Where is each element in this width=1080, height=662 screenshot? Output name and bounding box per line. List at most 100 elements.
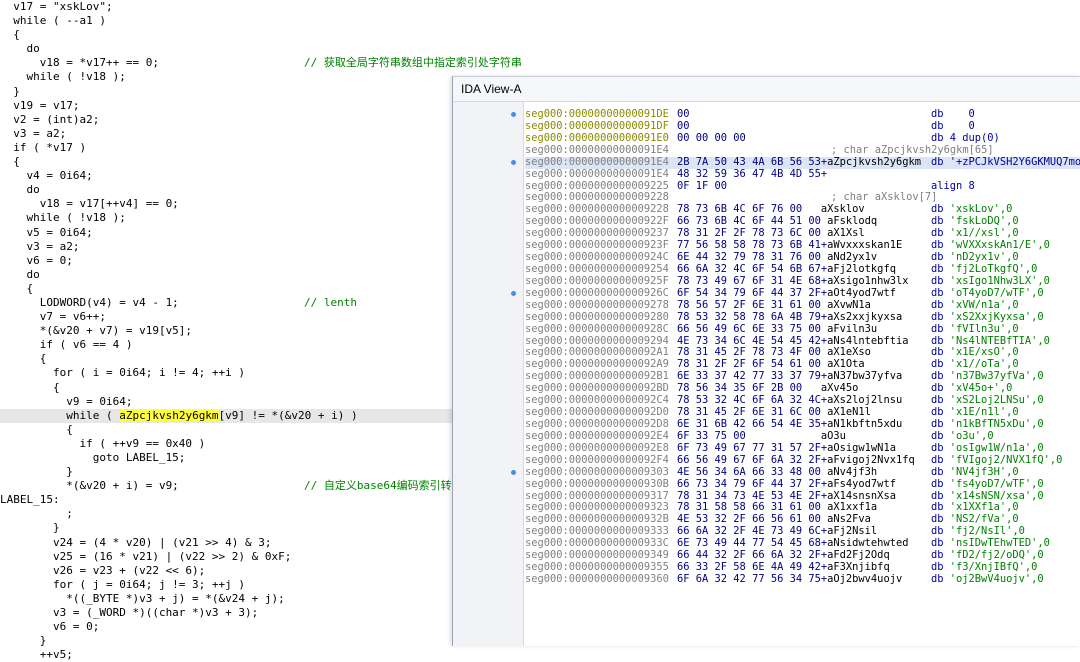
disasm-label[interactable]: aFd2Fj2Odq (827, 549, 890, 561)
disasm-label[interactable]: aX1eN1l (821, 406, 871, 418)
code-text-pre: while ( (0, 408, 120, 422)
disasm-label[interactable]: aFviln3u (821, 323, 877, 335)
ida-view-title[interactable]: IDA View-A (453, 77, 1080, 102)
disasm-label[interactable]: aNd2yx1v (821, 251, 877, 263)
disasm-label[interactable]: aOj2bwv4uojv (827, 573, 902, 585)
disasm-label[interactable]: aX14snsnXsa (827, 490, 896, 502)
disasm-label[interactable]: aZpcjkvsh2y6gkm (827, 156, 921, 168)
disasm-directive-text: db (931, 429, 950, 442)
disasm-bytes: 00 00 00 00 (677, 132, 746, 145)
disasm-bytes-hex: 6E 44 32 79 78 31 76 00 (677, 251, 821, 264)
disasm-label[interactable]: aNs2Fva (821, 513, 871, 525)
disasm-bytes-hex: 78 53 32 58 78 6A 4B 79+ (677, 310, 828, 323)
disasm-string-value: 'Ns4lNTEBfTIA',0 (949, 334, 1050, 347)
disasm-bytes-hex: 00 (677, 109, 690, 120)
code-text: v25 = (16 * v21) | (v22 >> 2) & 0xF; (0, 549, 292, 563)
disasm-label[interactable]: aFj2Nsil (827, 525, 877, 537)
disasm-string-value: 'x1XXf1a',0 (949, 501, 1019, 514)
disasm-string-value: 'wVXXxskAn1/E',0 (949, 239, 1050, 252)
disasm-directive-text: db (931, 370, 950, 383)
code-line[interactable]: v18 = *v17++ == 0; // 获取全局字符串数组中指定索引处字符串 (0, 56, 1080, 70)
code-line[interactable]: while ( --a1 ) (0, 14, 1080, 28)
disasm-string-value: 'x1E/xsO',0 (949, 346, 1019, 359)
disasm-line[interactable]: seg000:00000000000091E4 48 32 59 36 47 4B… (525, 167, 1080, 181)
disasm-label[interactable]: aFvigoj2Nvx1fq (827, 454, 915, 466)
disasm-string-value: 'xV45o+',0 (949, 382, 1013, 395)
code-text: if ( ++v9 == 0x40 ) (0, 436, 206, 450)
disasm-directive-text: db (931, 453, 950, 466)
disasm-string-value: 'oj2BwV4uojv',0 (949, 572, 1044, 585)
disasm-label[interactable]: aN37bw37yfva (827, 370, 902, 382)
disasm-label[interactable]: aXs2xxjkyxsa (827, 311, 902, 323)
disasm-label[interactable]: aNv4jf3h (821, 466, 877, 478)
disasm-directive-text: db (931, 549, 950, 562)
code-line[interactable]: { (0, 28, 1080, 42)
code-line[interactable]: do (0, 42, 1080, 56)
code-text: { (0, 155, 20, 169)
disasm-label[interactable]: aX1Ota (821, 358, 865, 370)
code-line[interactable]: ++v5; (0, 648, 1080, 662)
disasm-bytes-hex: 48 32 59 36 47 4B 4D 55+ (677, 167, 828, 180)
code-text: do (0, 42, 40, 56)
disasm-string-value: 'xskLov',0 (949, 203, 1013, 216)
code-text: } (0, 465, 73, 479)
disasm-label[interactable]: aFs4yod7wtf (827, 478, 896, 490)
disasm-label[interactable]: aXvwN1a (821, 299, 871, 311)
code-text: v6 = 0; (0, 620, 100, 634)
disasm-label[interactable]: aX1Xsl (821, 227, 865, 239)
code-comment: // 自定义base64编码索引转 (304, 479, 452, 493)
disasm-bytes-hex: 66 33 2F 58 6E 4A 49 42+ (677, 561, 828, 574)
code-text: if ( *v17 ) (0, 140, 87, 154)
disasm-label[interactable]: aFj2lotkgfq (827, 263, 896, 275)
disasm-string-value: 'NV4jf3H',0 (949, 465, 1019, 478)
disasm-bytes-hex: 00 (677, 119, 690, 132)
ida-disassembly-listing[interactable]: seg000:00000000000091DE 00 db 0 seg000:0000… (525, 109, 1080, 646)
ida-gutter (453, 102, 524, 646)
disasm-string-value: 'x14sNSN/xsa',0 (949, 489, 1044, 502)
disasm-label[interactable]: aXsklov (802, 203, 865, 215)
disasm-directive-text: db (931, 251, 950, 264)
disasm-line[interactable]: seg000:00000000000091E0 00 00 00 00 db 4 d… (525, 131, 1080, 145)
disasm-bytes-hex: 78 56 34 35 6F 2B 00 (677, 382, 803, 395)
disasm-string-value: 'f3/XnjIBfQ',0 (949, 561, 1038, 574)
disasm-label[interactable]: aFsklodq (821, 215, 877, 227)
code-text: v24 = (4 * v20) | (v21 >> 4) & 3; (0, 535, 272, 549)
code-text: while ( --a1 ) (0, 14, 106, 28)
disasm-directive-text: db 4 dup(0) (931, 131, 1000, 144)
disasm-string-value: 'osIgw1W/n1a',0 (949, 441, 1044, 454)
disasm-label[interactable]: aXsigo1nhw3lx (827, 275, 908, 287)
disasm-string-value: 'x1E/n1l',0 (949, 406, 1019, 419)
disasm-line[interactable]: seg000:0000000000009360 6F 6A 32 42 77 56… (525, 572, 1080, 586)
code-text: LABEL_15: (0, 493, 60, 507)
code-text: v18 = v17[++v4] == 0; (0, 197, 179, 211)
disasm-label[interactable]: aOsigw1wN1a (827, 442, 896, 454)
highlighted-identifier[interactable]: aZpcjkvsh2y6gkm (119, 408, 219, 422)
breakpoint-marker-icon (511, 469, 516, 475)
disasm-bytes: 0F 1F 00 (677, 180, 727, 193)
code-text: } (0, 634, 47, 648)
disasm-bytes-hex: 66 56 49 6C 6E 33 75 00 (677, 322, 821, 335)
disasm-label[interactable]: aX1xxf1a (821, 501, 877, 513)
code-text: v3 = a2; (0, 126, 67, 140)
disasm-label[interactable]: aNsidwtehwted (827, 537, 908, 549)
disasm-directive-text: db (931, 239, 950, 252)
disasm-label[interactable]: aF3Xnjibfq (827, 561, 890, 573)
disasm-label[interactable]: aO3u (746, 430, 846, 442)
disasm-label[interactable]: aOt4yod7wtf (827, 287, 896, 299)
code-text: v17 = "xskLov"; (0, 0, 113, 13)
code-text: if ( v6 == 4 ) (0, 338, 133, 352)
disasm-label[interactable]: aWvxxxskan1E (827, 239, 902, 251)
disasm-label[interactable]: aX1eXso (821, 346, 871, 358)
code-line[interactable]: v17 = "xskLov"; (0, 0, 1080, 14)
disasm-label[interactable]: aXv45o (802, 382, 859, 394)
code-text: do (0, 267, 40, 281)
disasm-label[interactable]: aN1kbftn5xdu (827, 418, 902, 430)
code-text: v6 = 0; (0, 253, 73, 267)
disasm-string-value: 'fs4yoD7/wTF',0 (949, 477, 1044, 490)
ida-view-a-window[interactable]: IDA View-A seg000:00000000000091DE 00 db 0… (452, 76, 1080, 646)
disasm-label[interactable]: aXs2loj2lnsu (827, 394, 902, 406)
disasm-string-value: 'n37Bw37yfVa',0 (949, 370, 1044, 383)
disasm-directive-text: db (931, 322, 950, 335)
disasm-label[interactable]: aNs4lntebftia (827, 335, 908, 347)
disasm-directive-text: db (931, 406, 950, 419)
